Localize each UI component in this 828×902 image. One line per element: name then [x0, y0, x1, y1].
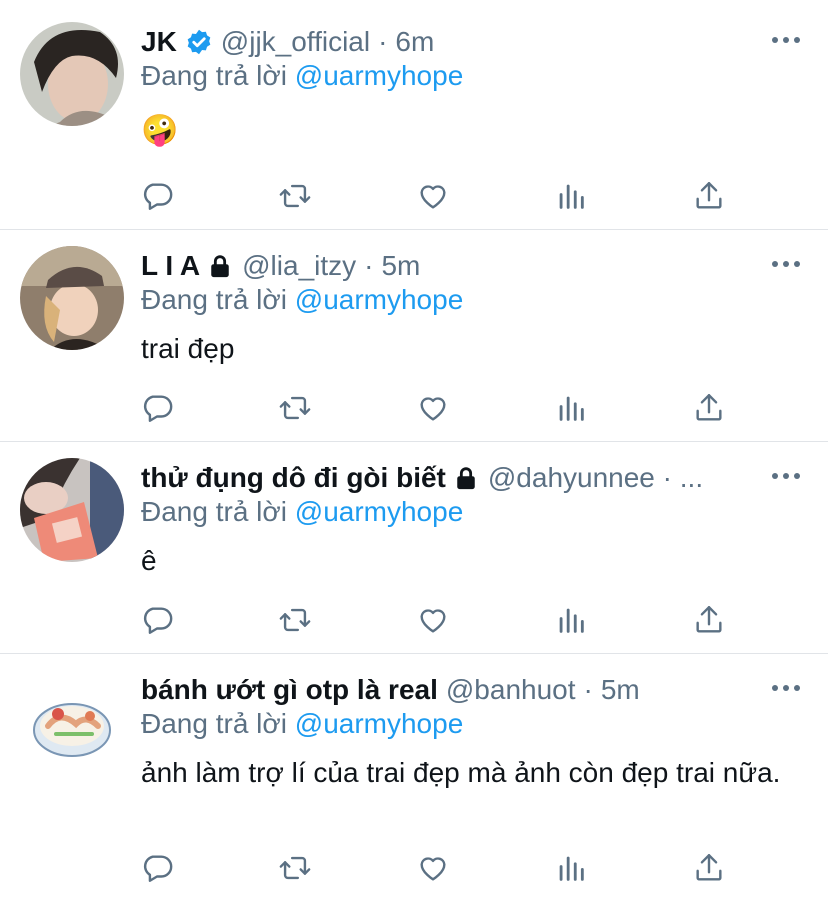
action-bar: [140, 603, 740, 637]
avatar[interactable]: [20, 458, 124, 562]
analytics-icon[interactable]: [554, 391, 588, 425]
tweet[interactable]: thử đụng dô đi gòi biết @dahyunnee · ...…: [0, 442, 828, 653]
share-icon[interactable]: [692, 603, 726, 637]
analytics-icon[interactable]: [554, 603, 588, 637]
reply-context: Đang trả lời @uarmyhope: [141, 59, 463, 93]
more-options-icon[interactable]: [772, 35, 800, 45]
timestamp[interactable]: 6m: [395, 25, 434, 59]
reply-icon[interactable]: [140, 179, 174, 213]
separator: ·: [583, 674, 593, 705]
lock-icon: [452, 464, 480, 492]
lock-icon: [206, 252, 234, 280]
share-icon[interactable]: [692, 391, 726, 425]
more-options-icon[interactable]: [772, 683, 800, 693]
avatar[interactable]: [20, 670, 124, 774]
display-name[interactable]: L I A: [141, 249, 200, 283]
tweet-text: trai đẹp: [141, 333, 235, 364]
reply-to-handle[interactable]: @uarmyhope: [295, 496, 464, 527]
tweet[interactable]: L I A @lia_itzy · 5m Đang trả lời @uarmy…: [0, 230, 828, 441]
like-icon[interactable]: [416, 603, 450, 637]
reply-context: Đang trả lời @uarmyhope: [141, 495, 463, 529]
reply-prefix: Đang trả lời: [141, 496, 287, 527]
reply-to-handle[interactable]: @uarmyhope: [295, 708, 464, 739]
handle[interactable]: @jjk_official: [221, 25, 370, 59]
share-icon[interactable]: [692, 851, 726, 885]
timestamp[interactable]: 5m: [381, 249, 420, 283]
tweet[interactable]: JK @jjk_official · 6m Đang trả lời @uarm…: [0, 0, 828, 229]
reply-icon[interactable]: [140, 851, 174, 885]
separator: ·: [378, 26, 388, 57]
retweet-icon[interactable]: [278, 603, 312, 637]
retweet-icon[interactable]: [278, 391, 312, 425]
verified-badge-icon: [185, 28, 213, 56]
reply-prefix: Đang trả lời: [141, 284, 287, 315]
reply-to-handle[interactable]: @uarmyhope: [295, 60, 464, 91]
analytics-icon[interactable]: [554, 851, 588, 885]
tweet[interactable]: bánh ướt gì otp là real @banhuot · 5m Đa…: [0, 654, 828, 902]
like-icon[interactable]: [416, 179, 450, 213]
more-options-icon[interactable]: [772, 259, 800, 269]
reply-icon[interactable]: [140, 391, 174, 425]
reply-context: Đang trả lời @uarmyhope: [141, 283, 463, 317]
analytics-icon[interactable]: [554, 179, 588, 213]
avatar[interactable]: [20, 246, 124, 350]
separator: ·: [364, 250, 374, 281]
timestamp[interactable]: 5m: [601, 673, 640, 707]
display-name[interactable]: bánh ướt gì otp là real: [141, 673, 438, 707]
handle[interactable]: @dahyunnee · ...: [488, 461, 703, 495]
reply-prefix: Đang trả lời: [141, 60, 287, 91]
tweet-text: ê: [141, 545, 157, 576]
handle[interactable]: @lia_itzy: [242, 249, 356, 283]
reply-context: Đang trả lời @uarmyhope: [141, 707, 463, 741]
action-bar: [140, 851, 740, 885]
like-icon[interactable]: [416, 851, 450, 885]
avatar[interactable]: [20, 22, 124, 126]
like-icon[interactable]: [416, 391, 450, 425]
reply-prefix: Đang trả lời: [141, 708, 287, 739]
action-bar: [140, 391, 740, 425]
reply-icon[interactable]: [140, 603, 174, 637]
share-icon[interactable]: [692, 179, 726, 213]
more-options-icon[interactable]: [772, 471, 800, 481]
retweet-icon[interactable]: [278, 851, 312, 885]
reply-to-handle[interactable]: @uarmyhope: [295, 284, 464, 315]
tweet-text: ảnh làm trợ lí của trai đẹp mà ảnh còn đ…: [141, 757, 781, 788]
retweet-icon[interactable]: [278, 179, 312, 213]
handle[interactable]: @banhuot: [446, 673, 576, 707]
tweet-text: 🤪: [141, 114, 179, 147]
display-name[interactable]: thử đụng dô đi gòi biết: [141, 461, 446, 495]
display-name[interactable]: JK: [141, 25, 177, 59]
action-bar: [140, 179, 740, 213]
